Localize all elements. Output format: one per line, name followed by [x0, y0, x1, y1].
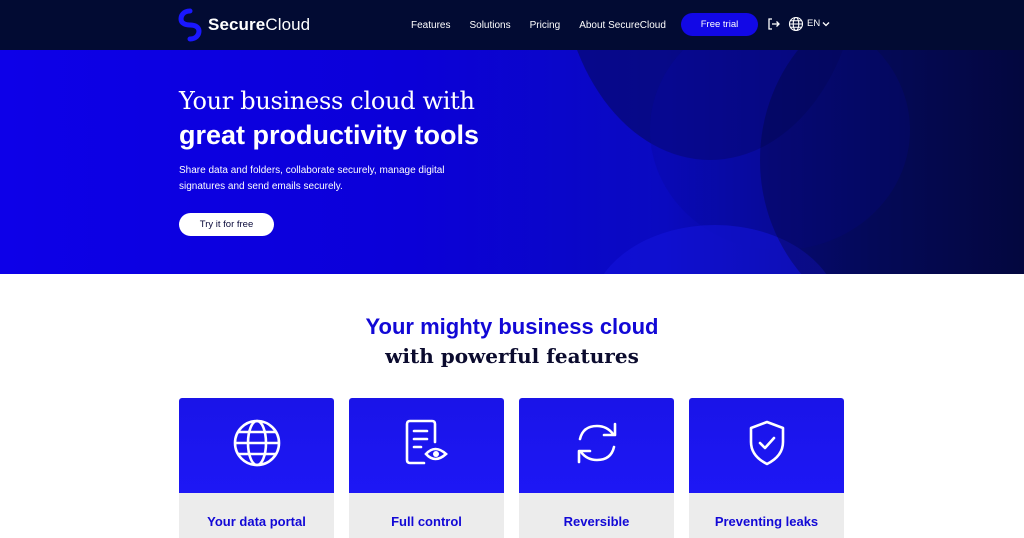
globe-icon: [233, 419, 281, 467]
document-eye-icon: [405, 419, 448, 465]
feature-card-label: Full control: [391, 514, 462, 529]
nav-link-pricing[interactable]: Pricing: [530, 20, 561, 31]
nav-link-features[interactable]: Features: [411, 20, 450, 31]
feature-card-data-portal[interactable]: Your data portal: [179, 398, 334, 538]
free-trial-button[interactable]: Free trial: [681, 13, 758, 36]
hero-subtitle: Share data and folders, collaborate secu…: [179, 165, 445, 192]
shield-check-icon: [749, 420, 785, 466]
securecloud-logo-icon: [178, 8, 202, 42]
login-icon[interactable]: [767, 17, 781, 31]
feature-card-label: Preventing leaks: [714, 514, 819, 529]
hero-decor-shape: [760, 50, 1024, 274]
brand-logo[interactable]: SecureCloud: [178, 8, 310, 42]
features-heading-line2: with powerful features: [385, 344, 639, 368]
nav-link-about[interactable]: About SecureCloud: [579, 20, 666, 31]
hero-title: Your business cloud with great productiv…: [179, 86, 479, 152]
nav-links: Features Solutions Pricing About SecureC…: [411, 0, 685, 50]
hero-title-line1: Your business cloud with: [179, 87, 475, 115]
top-navigation: SecureCloud Features Solutions Pricing A…: [0, 0, 1024, 50]
hero-section: [0, 50, 1024, 274]
feature-card-full-control[interactable]: Full control: [349, 398, 504, 538]
language-selector[interactable]: EN: [807, 18, 820, 29]
chevron-down-icon[interactable]: [822, 20, 830, 28]
brand-name: SecureCloud: [208, 15, 311, 34]
feature-card-reversible[interactable]: Reversible: [519, 398, 674, 538]
try-for-free-button[interactable]: Try it for free: [179, 213, 274, 236]
nav-link-solutions[interactable]: Solutions: [469, 20, 510, 31]
refresh-icon: [577, 422, 617, 464]
feature-card-label: Reversible: [563, 514, 630, 529]
feature-card-preventing-leaks[interactable]: Preventing leaks: [689, 398, 844, 538]
features-heading-line1: Your mighty business cloud: [365, 314, 659, 339]
globe-icon[interactable]: [788, 16, 804, 32]
hero-title-line2: great productivity tools: [179, 120, 480, 150]
feature-card-label: Your data portal: [207, 514, 306, 529]
